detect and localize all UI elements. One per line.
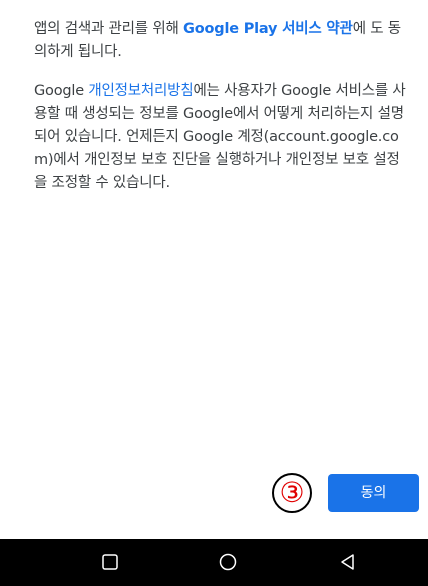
agree-button[interactable]: 동의	[328, 474, 419, 512]
privacy-policy-link[interactable]: 개인정보처리방침	[88, 83, 193, 99]
recents-icon[interactable]	[101, 553, 119, 571]
privacy-text: 에는 사용자가 Google 서비스를 사용할 때 생성되는 정보를 Googl…	[34, 83, 406, 191]
navigation-bar	[0, 539, 428, 586]
privacy-text: Google	[34, 83, 89, 99]
back-icon[interactable]	[339, 553, 357, 571]
play-services-terms-link[interactable]: Google Play 서비스 약관	[183, 21, 353, 37]
step-annotation: ③	[272, 473, 312, 513]
privacy-paragraph: Google 개인정보처리방침에는 사용자가 Google 서비스를 사용할 때…	[34, 80, 406, 195]
home-icon[interactable]	[219, 553, 237, 571]
terms-text: 앱의 검색과 관리를 위해	[34, 21, 184, 37]
terms-paragraph: 앱의 검색과 관리를 위해 Google Play 서비스 약관에 도 동의하게…	[34, 18, 406, 64]
terms-content: 앱의 검색과 관리를 위해 Google Play 서비스 약관에 도 동의하게…	[34, 18, 406, 211]
